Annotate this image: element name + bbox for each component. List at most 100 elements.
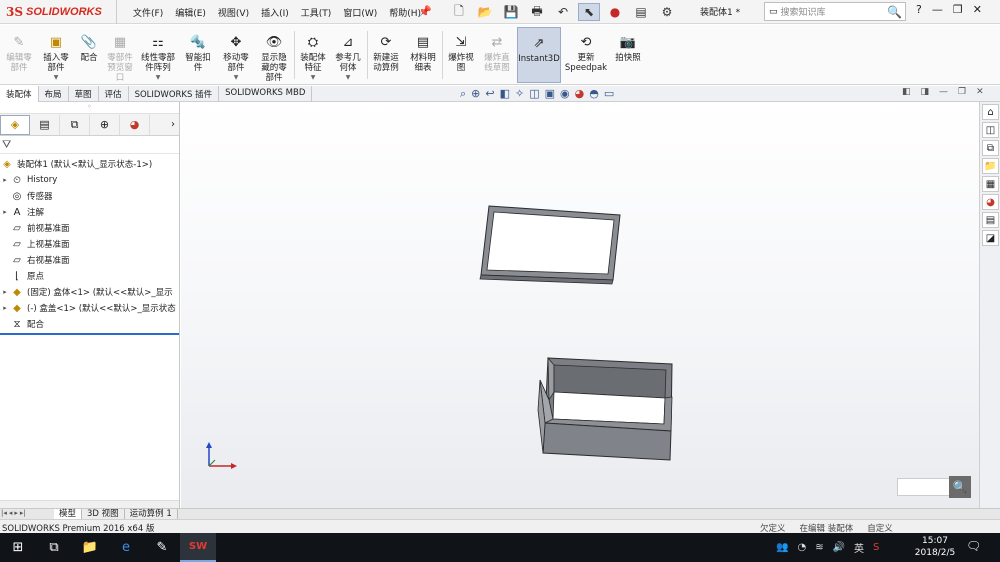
tile-icon[interactable]: ◧ bbox=[902, 87, 911, 97]
expand-arrow-icon[interactable]: ▸ bbox=[0, 176, 10, 184]
tree-root-assembly[interactable]: ◈ 装配体1 (默认<默认_显示状态-1>) bbox=[0, 156, 179, 172]
tree-item-box-lid[interactable]: ▸ ◆ (-) 盒盖<1> (默认<<默认>_显示状态 bbox=[0, 300, 179, 316]
close-button[interactable]: ✕ bbox=[973, 3, 982, 16]
new-document-icon[interactable]: 🗋 bbox=[448, 3, 470, 21]
view-orientation-icon[interactable]: ◫ bbox=[529, 87, 539, 101]
edge-browser-icon[interactable]: e bbox=[108, 533, 144, 562]
display-style-icon[interactable]: ▣ bbox=[545, 87, 555, 101]
mate-button[interactable]: 📎 配合 bbox=[76, 27, 102, 83]
hide-show-items-icon[interactable]: ◉ bbox=[560, 87, 570, 101]
menu-insert[interactable]: 插入(I) bbox=[258, 5, 292, 20]
zoom-to-area-icon[interactable]: ⊕ bbox=[471, 87, 480, 101]
smart-fasteners-button[interactable]: 🔩 智能扣 件 bbox=[181, 27, 215, 83]
reference-geometry-button[interactable]: ⊿ 参考几 何体 ▼ bbox=[331, 27, 365, 83]
tree-item-history[interactable]: ▸ ⏲ History bbox=[0, 172, 179, 188]
first-tab-icon[interactable]: |◂ bbox=[1, 509, 7, 517]
forum-icon[interactable]: ◪ bbox=[982, 230, 999, 246]
explode-line-sketch-button[interactable]: ⇄ 爆炸直 线草图 bbox=[480, 27, 514, 83]
dynamic-annotation-icon[interactable]: ✧ bbox=[515, 87, 524, 101]
feature-tree-tab-icon[interactable]: ◈ bbox=[0, 114, 30, 135]
show-hidden-components-button[interactable]: 👁 显示隐 藏的零 部件 bbox=[256, 27, 292, 83]
file-explorer-icon[interactable]: 📁 bbox=[982, 158, 999, 174]
file-properties-icon[interactable]: ▤ bbox=[630, 3, 652, 21]
lid-part[interactable] bbox=[479, 205, 621, 285]
doc-minimize-icon[interactable]: — bbox=[939, 87, 948, 97]
resources-icon[interactable]: ◫ bbox=[982, 122, 999, 138]
restore-button[interactable]: ❐ bbox=[953, 3, 963, 16]
move-component-button[interactable]: ✥ 移动零 部件 ▼ bbox=[218, 27, 254, 83]
undo-icon[interactable]: ↶ bbox=[552, 3, 574, 21]
menu-view[interactable]: 视图(V) bbox=[215, 5, 252, 20]
tab-sketch[interactable]: 草图 bbox=[69, 86, 99, 102]
tree-item-origin[interactable]: ⌊ 原点 bbox=[0, 268, 179, 284]
save-icon[interactable]: 💾 bbox=[500, 3, 522, 21]
component-preview-button[interactable]: ▦ 零部件 预览窗 口 bbox=[104, 27, 136, 83]
edit-appearance-icon[interactable]: ◕ bbox=[575, 87, 585, 101]
dimxpert-tab-icon[interactable]: ⊕ bbox=[90, 114, 120, 135]
insert-component-button[interactable]: ▣ 插入零 部件 ▼ bbox=[38, 27, 74, 83]
zoom-to-fit-icon[interactable]: ⌕ bbox=[460, 87, 466, 101]
view-palette-icon[interactable]: ▦ bbox=[982, 176, 999, 192]
wifi-icon[interactable]: ≋ bbox=[815, 542, 823, 553]
volume-icon[interactable]: 🔊 bbox=[833, 542, 845, 553]
assembly-model-view[interactable] bbox=[181, 102, 979, 508]
options-gear-icon[interactable]: ⚙ bbox=[656, 3, 678, 21]
search-icon[interactable]: 🔍 bbox=[949, 476, 971, 498]
task-view-icon[interactable]: ⧉ bbox=[36, 533, 72, 562]
exploded-view-button[interactable]: ⇲ 爆炸视 图 bbox=[444, 27, 478, 83]
bom-button[interactable]: ▤ 材料明 细表 bbox=[406, 27, 440, 83]
linear-pattern-button[interactable]: ⚏ 线性零部 件阵列 ▼ bbox=[138, 27, 178, 83]
panel-grip-icon[interactable]: ◦ bbox=[0, 102, 179, 114]
ime-indicator[interactable]: 英 bbox=[854, 540, 864, 555]
previous-view-icon[interactable]: ↩ bbox=[485, 87, 494, 101]
chevron-right-icon[interactable]: › bbox=[171, 119, 175, 130]
home-icon[interactable]: ⌂ bbox=[982, 104, 999, 120]
doc-close-icon[interactable]: ✕ bbox=[976, 87, 984, 97]
tree-item-annotations[interactable]: ▸ A 注解 bbox=[0, 204, 179, 220]
menu-tools[interactable]: 工具(T) bbox=[298, 5, 335, 20]
configuration-manager-tab-icon[interactable]: ⧉ bbox=[60, 114, 90, 135]
tree-filter[interactable]: ⛛ bbox=[0, 136, 179, 154]
tree-item-right-plane[interactable]: ▱ 右视基准面 bbox=[0, 252, 179, 268]
print-icon[interactable]: 🖶 bbox=[526, 3, 548, 21]
tree-item-front-plane[interactable]: ▱ 前视基准面 bbox=[0, 220, 179, 236]
box-body-part[interactable] bbox=[537, 356, 673, 461]
rebuild-icon[interactable]: ● bbox=[604, 3, 626, 21]
last-tab-icon[interactable]: ▸| bbox=[20, 509, 26, 517]
design-library-icon[interactable]: ⧉ bbox=[982, 140, 999, 156]
tab-evaluate[interactable]: 评估 bbox=[99, 86, 129, 102]
search-knowledge-base[interactable]: ▭ 搜索知识库 🔍 bbox=[764, 2, 906, 21]
ime-app-icon[interactable]: S bbox=[873, 542, 879, 553]
minimize-button[interactable]: — bbox=[932, 3, 943, 16]
new-motion-study-button[interactable]: ⟳ 新建运 动算例 bbox=[369, 27, 403, 83]
tab-assembly[interactable]: 装配体 bbox=[0, 86, 39, 102]
open-icon[interactable]: 📂 bbox=[474, 3, 496, 21]
help-button[interactable]: ? bbox=[916, 3, 922, 16]
custom-properties-icon[interactable]: ▤ bbox=[982, 212, 999, 228]
graphics-area[interactable]: 🔍 bbox=[181, 102, 979, 508]
prev-tab-icon[interactable]: ◂ bbox=[9, 509, 13, 517]
network-icon[interactable]: ◔ bbox=[797, 542, 806, 553]
tree-item-mates[interactable]: ⧖ 配合 bbox=[0, 316, 179, 332]
menu-file[interactable]: 文件(F) bbox=[130, 5, 166, 20]
assembly-features-button[interactable]: ⛭ 装配体 特征 ▼ bbox=[297, 27, 329, 83]
windows-start-icon[interactable]: ⊞ bbox=[0, 533, 36, 562]
clock[interactable]: 15:07 2018/2/5 bbox=[910, 535, 960, 559]
notification-icon[interactable]: 🗨 bbox=[966, 539, 981, 553]
section-view-icon[interactable]: ◧ bbox=[500, 87, 510, 101]
update-speedpak-button[interactable]: ⟲ 更新 Speedpak bbox=[564, 27, 608, 83]
search-scope-icon[interactable]: ▭ bbox=[769, 7, 778, 17]
tree-item-box-body[interactable]: ▸ ◆ (固定) 盒体<1> (默认<<默认>_显示 bbox=[0, 284, 179, 300]
panel-scrollbar[interactable] bbox=[0, 500, 179, 508]
tab-addins[interactable]: SOLIDWORKS 插件 bbox=[129, 86, 220, 102]
edit-part-button[interactable]: ✎ 编辑零 部件 bbox=[2, 27, 36, 83]
search-icon[interactable]: 🔍 bbox=[887, 5, 902, 19]
filter-icon[interactable]: ⛛ bbox=[2, 138, 11, 152]
doc-restore-icon[interactable]: ❐ bbox=[958, 87, 966, 97]
expand-arrow-icon[interactable]: ▸ bbox=[0, 304, 10, 312]
rollback-bar[interactable] bbox=[0, 333, 179, 335]
expand-arrow-icon[interactable]: ▸ bbox=[0, 288, 10, 296]
property-manager-tab-icon[interactable]: ▤ bbox=[30, 114, 60, 135]
tab-mbd[interactable]: SOLIDWORKS MBD bbox=[219, 86, 313, 102]
appearances-icon[interactable]: ◕ bbox=[982, 194, 999, 210]
